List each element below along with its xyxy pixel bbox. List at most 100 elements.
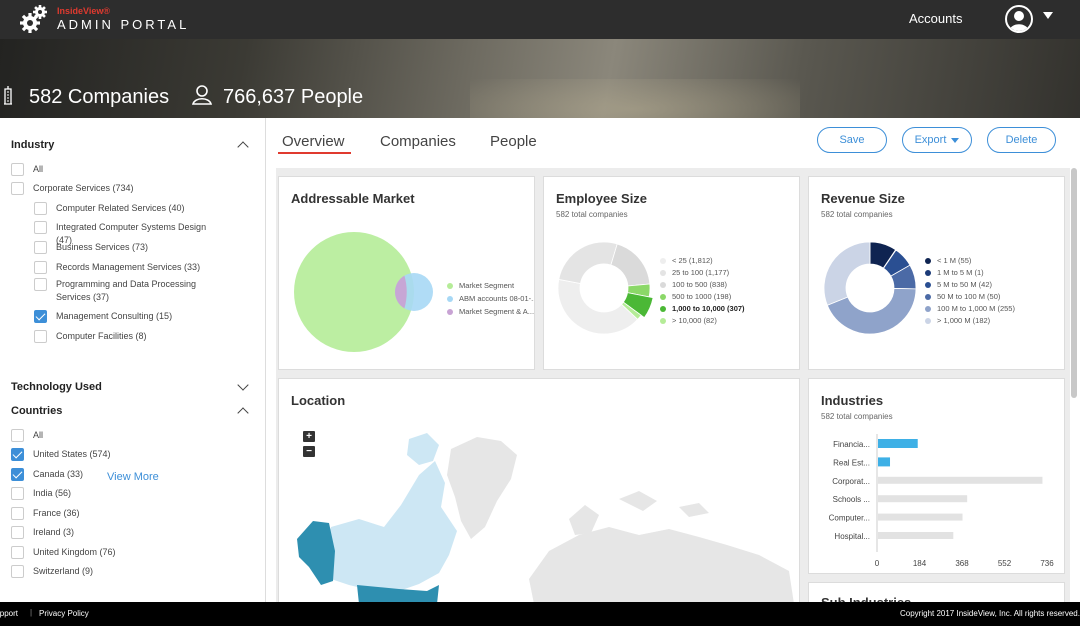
industry-option[interactable]: Business Services (73) bbox=[34, 241, 224, 254]
checkbox[interactable] bbox=[11, 546, 24, 559]
checkbox[interactable] bbox=[34, 241, 47, 254]
industry-filter-title[interactable]: Industry bbox=[11, 139, 54, 151]
support-link[interactable]: Support bbox=[0, 609, 18, 618]
category-label: Real Est... bbox=[833, 458, 870, 467]
technology-filter-title[interactable]: Technology Used bbox=[11, 381, 102, 393]
industry-bar[interactable] bbox=[878, 495, 968, 503]
revenue-size-legend-item[interactable]: 50 M to 100 M (50) bbox=[925, 292, 1000, 301]
delete-button[interactable]: Delete bbox=[987, 127, 1056, 153]
industry-option[interactable]: Records Management Services (33) bbox=[34, 261, 224, 274]
donut-slice[interactable] bbox=[610, 243, 651, 287]
checkbox[interactable] bbox=[34, 310, 47, 323]
revenue-size-legend-item[interactable]: 1 M to 5 M (1) bbox=[925, 268, 984, 277]
main-scrollbar[interactable] bbox=[1071, 168, 1077, 398]
legend-dot-icon bbox=[447, 308, 453, 315]
checkbox[interactable] bbox=[34, 278, 47, 291]
checkbox-label: Records Management Services (33) bbox=[56, 262, 201, 272]
save-button-label: Save bbox=[839, 134, 865, 146]
revenue-size-legend-item[interactable]: 5 M to 50 M (42) bbox=[925, 280, 992, 289]
tab-people[interactable]: People bbox=[490, 133, 537, 150]
country-option[interactable]: France (36) bbox=[11, 507, 241, 520]
country-option[interactable]: India (56) bbox=[11, 487, 241, 500]
industry-option[interactable]: All bbox=[11, 163, 241, 176]
copyright-text: Copyright 2017 InsideView, Inc. All righ… bbox=[900, 609, 1080, 618]
employee-size-legend-item[interactable]: 500 to 1000 (198) bbox=[660, 292, 731, 301]
checkbox[interactable] bbox=[11, 565, 24, 578]
industry-bar[interactable] bbox=[878, 513, 963, 521]
checkbox[interactable] bbox=[11, 468, 24, 481]
user-avatar-icon[interactable] bbox=[1005, 5, 1033, 33]
category-label: Corporat... bbox=[832, 477, 870, 486]
privacy-policy-link[interactable]: Privacy Policy bbox=[39, 609, 89, 618]
checkbox[interactable] bbox=[34, 221, 47, 234]
employee-size-legend-item[interactable]: < 25 (1,812) bbox=[660, 256, 713, 265]
checkbox[interactable] bbox=[34, 261, 47, 274]
industry-option[interactable]: Management Consulting (15) bbox=[34, 310, 224, 323]
employee-size-subtitle: 582 total companies bbox=[556, 210, 628, 219]
tab-overview[interactable]: Overview bbox=[282, 133, 345, 150]
export-button[interactable]: Export bbox=[902, 127, 972, 153]
country-option[interactable]: Ireland (3) bbox=[11, 526, 241, 539]
world-map[interactable] bbox=[279, 379, 800, 608]
checkbox[interactable] bbox=[11, 182, 24, 195]
employee-size-legend-item[interactable]: > 10,000 (82) bbox=[660, 316, 717, 325]
industry-highlight-bar[interactable] bbox=[878, 457, 891, 467]
checkbox[interactable] bbox=[34, 330, 47, 343]
country-option[interactable]: Switzerland (9) bbox=[11, 565, 241, 578]
industry-bar[interactable] bbox=[878, 532, 954, 539]
location-card: Location + − bbox=[278, 378, 800, 608]
legend-label: 100 M to 1,000 M (255) bbox=[937, 304, 1015, 313]
revenue-size-subtitle: 582 total companies bbox=[821, 210, 893, 219]
checkbox[interactable] bbox=[11, 429, 24, 442]
people-count: 766,637 People bbox=[223, 86, 364, 108]
legend-label: 1 M to 5 M (1) bbox=[937, 268, 984, 277]
checkbox[interactable] bbox=[11, 526, 24, 539]
tab-companies[interactable]: Companies bbox=[380, 133, 456, 150]
addressable-market-legend-item[interactable]: Market Segment bbox=[447, 281, 514, 290]
checkbox[interactable] bbox=[34, 202, 47, 215]
person-icon bbox=[192, 85, 213, 105]
country-option[interactable]: United Kingdom (76) bbox=[11, 546, 241, 559]
legend-dot-icon bbox=[925, 317, 931, 324]
employee-size-legend-item[interactable]: 100 to 500 (838) bbox=[660, 280, 727, 289]
revenue-size-legend-item[interactable]: < 1 M (55) bbox=[925, 256, 971, 265]
checkbox[interactable] bbox=[11, 163, 24, 176]
save-button[interactable]: Save bbox=[817, 127, 887, 153]
donut-slice[interactable] bbox=[558, 241, 618, 285]
employee-size-title: Employee Size bbox=[556, 191, 648, 206]
revenue-size-legend-item[interactable]: 100 M to 1,000 M (255) bbox=[925, 304, 1015, 313]
collapse-industry-icon[interactable] bbox=[237, 141, 249, 153]
country-option[interactable]: Canada (33) bbox=[11, 468, 241, 481]
collapse-countries-icon[interactable] bbox=[237, 407, 249, 419]
checkbox-label: Management Consulting (15) bbox=[56, 311, 173, 321]
checkbox[interactable] bbox=[11, 487, 24, 500]
legend-label: Market Segment bbox=[459, 281, 515, 290]
industry-option[interactable]: Computer Facilities (8) bbox=[34, 330, 224, 343]
map-siberia-islands bbox=[619, 491, 709, 517]
x-tick-label: 552 bbox=[998, 559, 1012, 568]
accounts-link[interactable]: Accounts bbox=[909, 11, 962, 26]
legend-label: > 10,000 (82) bbox=[672, 316, 717, 325]
revenue-size-legend-item[interactable]: > 1,000 M (182) bbox=[925, 316, 990, 325]
industry-option[interactable]: Computer Related Services (40) bbox=[34, 202, 224, 215]
expand-technology-icon[interactable] bbox=[237, 379, 249, 391]
industry-option[interactable]: Programming and Data Processing Services… bbox=[34, 278, 224, 304]
checkbox-label: Programming and Data Processing Services… bbox=[56, 279, 197, 302]
addressable-market-legend-item[interactable]: Market Segment & A... bbox=[447, 307, 534, 316]
legend-dot-icon bbox=[660, 293, 666, 300]
country-option[interactable]: All bbox=[11, 429, 241, 442]
industry-option[interactable]: Corporate Services (734) bbox=[11, 182, 241, 195]
donut-slice[interactable] bbox=[823, 241, 871, 306]
industry-bar[interactable] bbox=[878, 476, 1043, 484]
checkbox[interactable] bbox=[11, 507, 24, 520]
industry-highlight-bar[interactable] bbox=[878, 439, 918, 448]
employee-size-legend-item[interactable]: 1,000 to 10,000 (307) bbox=[660, 304, 745, 313]
legend-dot-icon bbox=[447, 295, 453, 302]
checkbox[interactable] bbox=[11, 448, 24, 461]
footer-divider: | bbox=[30, 608, 33, 617]
addressable-market-legend-item[interactable]: ABM accounts 08-01-... bbox=[447, 294, 534, 303]
employee-size-legend-item[interactable]: 25 to 100 (1,177) bbox=[660, 268, 729, 277]
country-option[interactable]: United States (574) bbox=[11, 448, 241, 461]
user-menu-caret-icon[interactable] bbox=[1043, 12, 1053, 19]
countries-filter-title[interactable]: Countries bbox=[11, 405, 62, 417]
